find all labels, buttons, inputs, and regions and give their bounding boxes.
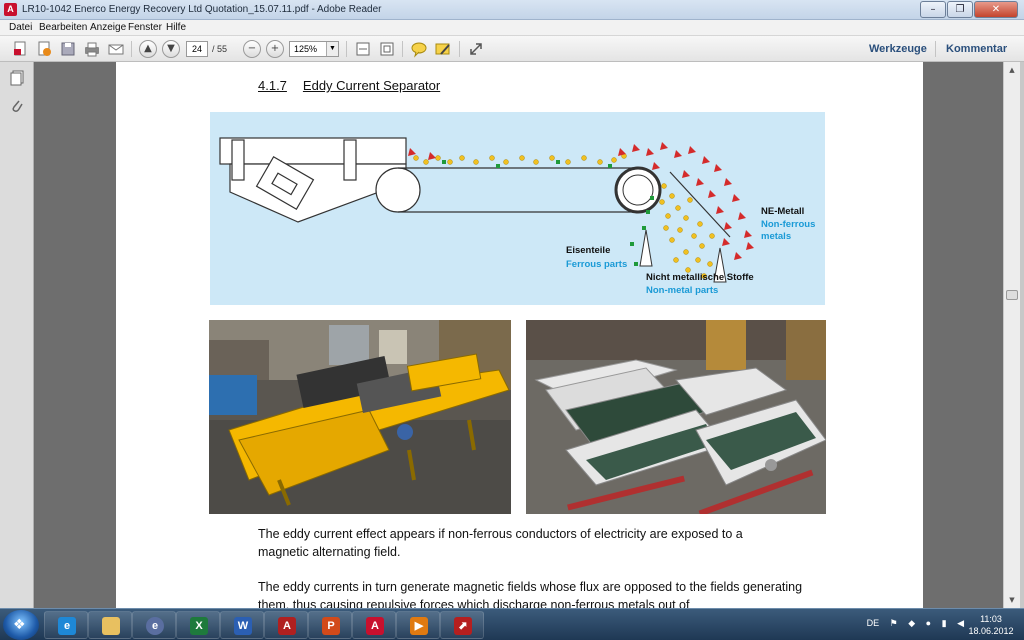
label-non-ferrous: Non-ferrous <box>761 219 815 230</box>
word-icon: W <box>234 617 252 635</box>
menu-anzeige[interactable]: Anzeige <box>90 22 126 33</box>
section-number: 4.1.7 <box>258 78 287 93</box>
windows-logo-icon: ❖ <box>13 617 26 633</box>
zoom-select[interactable]: 125% ▼ <box>289 41 339 57</box>
save-icon[interactable] <box>58 39 78 59</box>
window-title: LR10-1042 Enerco Energy Recovery Ltd Quo… <box>22 4 382 15</box>
toolbar: ▲ ▼ 24 / 55 − + 125% ▼ Werkzeuge Komment… <box>0 36 1024 62</box>
window-title-bar[interactable]: A LR10-1042 Enerco Energy Recovery Ltd Q… <box>0 0 1024 20</box>
right-edge <box>1020 62 1024 608</box>
expand-icon[interactable] <box>466 39 486 59</box>
label-metals: metals <box>761 231 791 242</box>
label-ne-metal: NE-Metall <box>761 206 804 217</box>
navigation-pane <box>0 62 34 608</box>
scroll-thumb[interactable] <box>1006 290 1018 300</box>
toolbar-separator <box>935 41 936 57</box>
vertical-scrollbar[interactable]: ▲ ▼ <box>1003 62 1020 608</box>
adobe-reader-icon: A <box>366 617 384 635</box>
edit-pdf-icon[interactable] <box>34 39 54 59</box>
section-title: Eddy Current Separator <box>302 78 441 93</box>
update-icon[interactable]: ● <box>926 618 931 628</box>
chevron-down-icon[interactable]: ▼ <box>326 42 338 56</box>
network-icon[interactable]: ⚑ <box>890 618 898 628</box>
taskbar-media-player[interactable]: ▶ <box>396 611 440 639</box>
highlight-icon[interactable] <box>433 39 453 59</box>
minimize-button[interactable]: – <box>920 1 946 18</box>
taskbar-powerpoint[interactable]: P <box>308 611 352 639</box>
scroll-down-icon[interactable]: ▼ <box>1006 594 1018 606</box>
next-page-icon[interactable]: ▼ <box>162 40 180 58</box>
attachments-icon[interactable] <box>10 98 24 114</box>
volume-icon[interactable]: ◀ <box>957 618 964 628</box>
document-viewport[interactable]: 4.1.7 Eddy Current Separator NE-Metall N… <box>35 62 1003 608</box>
taskbar-browser[interactable]: e <box>132 611 176 639</box>
clock-date: 18.06.2012 <box>968 626 1014 636</box>
system-clock[interactable]: 11:03 18.06.2012 <box>966 613 1016 637</box>
excel-icon: X <box>190 617 208 635</box>
fit-page-icon[interactable] <box>377 39 397 59</box>
menu-bar: Datei Bearbeiten Anzeige Fenster Hilfe <box>0 20 1024 36</box>
zoom-out-icon[interactable]: − <box>243 40 261 58</box>
maximize-button[interactable]: ❐ <box>947 1 973 18</box>
fit-width-icon[interactable] <box>353 39 373 59</box>
toolbar-separator <box>402 41 403 57</box>
taskbar-excel[interactable]: X <box>176 611 220 639</box>
tools-link[interactable]: Werkzeuge <box>869 43 927 55</box>
internet-explorer-icon: e <box>58 617 76 635</box>
page-thumbnails-icon[interactable] <box>10 70 24 86</box>
taskbar-file-explorer[interactable] <box>88 611 132 639</box>
comment-icon[interactable] <box>409 39 429 59</box>
body-paragraph-2: The eddy currents in turn generate magne… <box>258 580 803 608</box>
security-icon[interactable]: ◆ <box>908 618 915 628</box>
comment-link[interactable]: Kommentar <box>946 43 1007 55</box>
previous-page-icon[interactable]: ▲ <box>139 40 157 58</box>
zoom-in-icon[interactable]: + <box>266 40 284 58</box>
photo-yellow-separator <box>209 320 511 514</box>
clock-time: 11:03 <box>980 614 1002 624</box>
taskbar-adobe-reader[interactable]: A <box>352 611 396 639</box>
language-indicator[interactable]: DE <box>867 618 880 628</box>
taskbar-internet-explorer[interactable]: e <box>44 611 88 639</box>
window-controls: – ❐ ✕ <box>919 1 1018 18</box>
label-non-metal-parts: Non-metal parts <box>646 285 718 296</box>
pdf-page: 4.1.7 Eddy Current Separator NE-Metall N… <box>116 62 923 608</box>
taskbar-word[interactable]: W <box>220 611 264 639</box>
body-paragraph-1: The eddy current effect appears if non-f… <box>258 527 743 559</box>
toolbar-separator <box>459 41 460 57</box>
toolbar-separator <box>346 41 347 57</box>
pdf-tool-icon: ⬈ <box>454 617 472 635</box>
label-ferrous-parts: Ferrous parts <box>566 259 627 270</box>
page-total: / 55 <box>212 44 228 54</box>
folder-icon <box>102 617 120 635</box>
taskbar: ❖ e e X W A P A ▶ ⬈ DE ⚑ ◆ ● ▮ ◀ 11:03 1… <box>0 608 1024 640</box>
separator-diagram: NE-Metall Non-ferrous metals Eisenteile … <box>210 112 825 305</box>
page-number-input[interactable]: 24 <box>186 41 208 57</box>
taskbar-pdf-tool[interactable]: ⬈ <box>440 611 484 639</box>
photo-vibratory-feeders <box>526 320 826 514</box>
media-player-icon: ▶ <box>410 617 428 635</box>
menu-datei[interactable]: Datei <box>9 22 32 33</box>
label-nicht-metallische: Nicht metallische Stoffe <box>646 272 754 283</box>
section-heading: 4.1.7 Eddy Current Separator <box>258 78 440 93</box>
email-icon[interactable] <box>106 39 126 59</box>
print-icon[interactable] <box>82 39 102 59</box>
close-button[interactable]: ✕ <box>974 1 1018 18</box>
create-pdf-icon[interactable] <box>10 39 30 59</box>
scroll-up-icon[interactable]: ▲ <box>1006 64 1018 76</box>
start-button[interactable]: ❖ <box>3 610 39 640</box>
zoom-value: 125% <box>294 44 318 54</box>
device-icon[interactable]: ▮ <box>942 618 947 628</box>
browser-icon: e <box>146 617 164 635</box>
menu-bearbeiten[interactable]: Bearbeiten <box>39 22 87 33</box>
menu-fenster[interactable]: Fenster <box>128 22 162 33</box>
toolbar-separator <box>131 41 132 57</box>
system-tray: DE ⚑ ◆ ● ▮ ◀ <box>859 618 964 629</box>
adobe-reader-icon: A <box>4 3 17 16</box>
label-eisenteile: Eisenteile <box>566 245 610 256</box>
powerpoint-icon: P <box>322 617 340 635</box>
autocad-icon: A <box>278 617 296 635</box>
taskbar-autocad[interactable]: A <box>264 611 308 639</box>
menu-hilfe[interactable]: Hilfe <box>166 22 186 33</box>
